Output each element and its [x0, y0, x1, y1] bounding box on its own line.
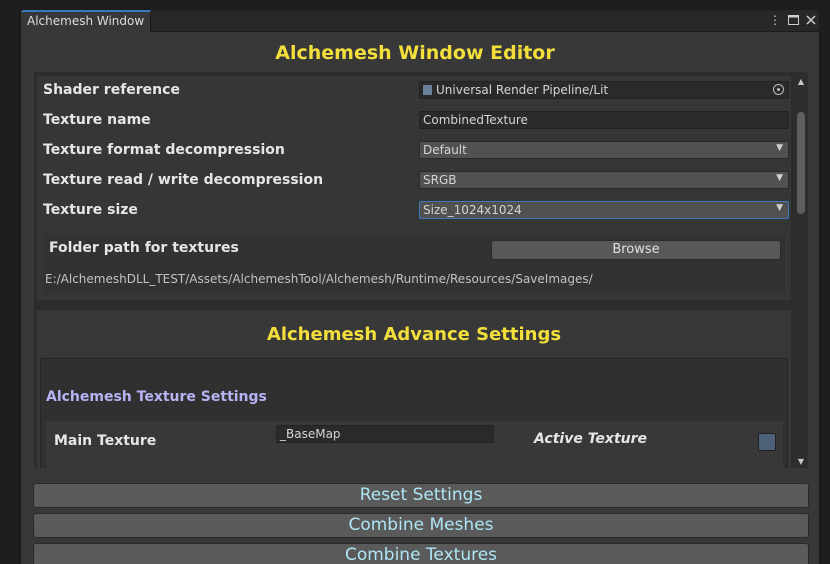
properties-panel: Shader reference Universal Render Pipeli… [37, 76, 791, 300]
object-picker-icon[interactable] [773, 84, 784, 95]
editor-window: Alchemesh Window ⋮ Alchemesh Window Edit… [20, 9, 820, 564]
shader-label: Shader reference [43, 82, 180, 98]
combine-textures-button[interactable]: Combine Textures [33, 543, 809, 564]
rw-decompression-row: Texture read / write decompression SRGB … [43, 169, 789, 191]
format-decompression-dropdown[interactable]: Default ▼ [419, 141, 789, 159]
texture-size-dropdown[interactable]: Size_1024x1024 ▼ [419, 201, 789, 219]
folder-path-value: E:/AlchemeshDLL_TEST/Assets/AlchemeshToo… [45, 272, 593, 286]
combine-meshes-button[interactable]: Combine Meshes [33, 513, 809, 538]
reset-settings-button[interactable]: Reset Settings [33, 483, 809, 508]
tab-alchemesh-window[interactable]: Alchemesh Window [21, 10, 151, 32]
chevron-down-icon: ▼ [776, 173, 783, 183]
tab-bar: Alchemesh Window ⋮ [21, 10, 819, 32]
shader-row: Shader reference Universal Render Pipeli… [43, 79, 789, 101]
format-decompression-row: Texture format decompression Default ▼ [43, 139, 789, 161]
texture-size-label: Texture size [43, 202, 138, 218]
close-icon[interactable] [805, 13, 817, 27]
window-controls: ⋮ [769, 13, 817, 27]
rw-decompression-value: SRGB [423, 173, 457, 187]
main-texture-label: Main Texture [54, 433, 157, 449]
scrollbar-thumb[interactable] [797, 112, 805, 214]
texture-settings-box: Alchemesh Texture Settings Main Texture … [40, 358, 788, 468]
folder-path-section: Folder path for textures Browse E:/Alche… [43, 234, 785, 294]
main-texture-row: Main Texture _BaseMap Active Texture [46, 421, 783, 468]
vertical-scrollbar[interactable]: ▲ ▼ [794, 72, 808, 468]
scroll-up-icon[interactable]: ▲ [794, 76, 808, 88]
rw-decompression-dropdown[interactable]: SRGB ▼ [419, 171, 789, 189]
active-texture-label: Active Texture [534, 431, 648, 447]
browse-button[interactable]: Browse [491, 240, 781, 260]
scroll-down-icon[interactable]: ▼ [794, 456, 808, 468]
more-vert-icon[interactable]: ⋮ [769, 13, 781, 27]
shader-icon [423, 85, 432, 95]
advance-settings-title: Alchemesh Advance Settings [266, 324, 562, 345]
texture-size-value: Size_1024x1024 [423, 203, 522, 217]
settings-scroll-area[interactable]: Shader reference Universal Render Pipeli… [34, 72, 794, 468]
chevron-down-icon: ▼ [776, 143, 783, 153]
shader-value: Universal Render Pipeline/Lit [436, 83, 609, 97]
format-decompression-label: Texture format decompression [43, 142, 285, 158]
main-texture-input[interactable]: _BaseMap [276, 425, 494, 443]
active-texture-checkbox[interactable] [758, 433, 776, 451]
chevron-down-icon: ▼ [776, 203, 783, 213]
texture-size-row: Texture size Size_1024x1024 ▼ [43, 199, 789, 221]
texture-name-label: Texture name [43, 112, 151, 128]
texture-name-input[interactable]: CombinedTexture [419, 111, 789, 129]
format-decompression-value: Default [423, 143, 467, 157]
rw-decompression-label: Texture read / write decompression [43, 172, 324, 188]
advance-settings-panel: Alchemesh Advance Settings Alchemesh Tex… [37, 310, 791, 468]
texture-name-row: Texture name CombinedTexture [43, 109, 789, 131]
page-title: Alchemesh Window Editor [275, 42, 555, 64]
texture-settings-title: Alchemesh Texture Settings [46, 389, 267, 405]
shader-object-field[interactable]: Universal Render Pipeline/Lit [419, 81, 789, 99]
folder-path-label: Folder path for textures [49, 240, 239, 256]
maximize-icon[interactable] [787, 13, 799, 27]
